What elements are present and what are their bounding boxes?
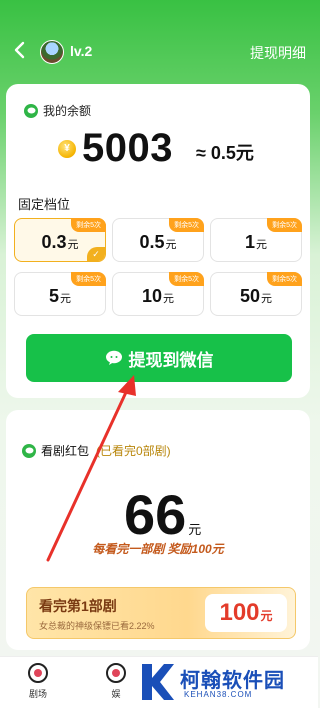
red-packet-amount: 66 元 — [124, 483, 202, 546]
tier-amount: 0.5元 — [139, 232, 177, 252]
entertainment-icon — [106, 663, 126, 683]
tier-amount: 10元 — [141, 286, 175, 306]
theater-icon — [28, 663, 48, 683]
coin-icon: ¥ — [58, 140, 76, 158]
remaining-badge: 剩余5次 — [169, 272, 204, 286]
balance-title: 我的余额 — [24, 102, 91, 119]
withdraw-detail-link[interactable]: 提现明细 — [250, 43, 306, 63]
user-level: lv.2 — [70, 43, 93, 59]
tier-option[interactable]: 剩余5次 5元 — [14, 272, 106, 316]
remaining-badge: 剩余5次 — [71, 272, 106, 286]
nav-label: 剧场 — [28, 689, 47, 699]
nav-item-theater[interactable]: 剧场 — [20, 663, 56, 700]
nav-label: 娱 — [111, 689, 121, 699]
avatar[interactable] — [40, 40, 64, 64]
task-reward: 100元 — [205, 594, 287, 632]
cash-equivalent: ≈ 0.5元 — [196, 143, 254, 163]
watched-count: (已看完0部剧) — [96, 444, 171, 458]
wechat-icon — [22, 443, 36, 458]
drama-red-packet-card: 看剧红包 (已看完0部剧) 66 元 每看完一部剧 奖励100元 看完第1部剧 女… — [6, 410, 310, 650]
remaining-badge: 剩余5次 — [267, 272, 302, 286]
withdraw-button-label: 提现到微信 — [128, 350, 214, 370]
tier-option[interactable]: 剩余5次 10元 — [112, 272, 204, 316]
balance-title-label: 我的余额 — [43, 104, 92, 118]
coin-balance: 5003 — [82, 126, 173, 170]
balance-card: 我的余额 ¥ 5003 ≈ 0.5元 固定档位 剩余5次 0.3元 ✓ 剩余5次… — [6, 84, 310, 398]
tier-option[interactable]: 剩余5次 1元 — [210, 218, 302, 262]
withdraw-to-wechat-button[interactable]: 提现到微信 — [26, 334, 292, 382]
watermark-url: KEHAN38.COM — [184, 690, 253, 699]
tier-amount: 1元 — [244, 232, 267, 252]
back-arrow-icon[interactable] — [10, 40, 30, 60]
drama-title-label: 看剧红包 — [41, 444, 90, 458]
tiers-label: 固定档位 — [18, 197, 71, 212]
task-title: 看完第1部剧 — [39, 598, 117, 614]
header: lv.2 提现明细 — [0, 0, 318, 80]
remaining-badge: 剩余5次 — [267, 218, 302, 232]
remaining-badge: 剩余5次 — [169, 218, 204, 232]
tier-amount: 50元 — [239, 286, 273, 306]
check-icon: ✓ — [87, 247, 105, 261]
tier-option[interactable]: 剩余5次 50元 — [210, 272, 302, 316]
watermark-logo-icon — [142, 664, 174, 700]
remaining-badge: 剩余5次 — [71, 218, 106, 232]
tier-option[interactable]: 剩余5次 0.3元 ✓ — [14, 218, 106, 262]
task-card[interactable]: 看完第1部剧 女总裁的神级保镖已看2.22% 100元 — [26, 587, 296, 639]
drama-title: 看剧红包 (已看完0部剧) — [22, 442, 171, 459]
tier-option[interactable]: 剩余5次 0.5元 — [112, 218, 204, 262]
reward-description: 每看完一部剧 奖励100元 — [92, 542, 224, 556]
watermark: 柯翰软件园 KEHAN38.COM — [132, 658, 316, 706]
wechat-icon — [105, 350, 122, 365]
watermark-text: 柯翰软件园 — [180, 670, 285, 692]
nav-item-entertainment[interactable]: 娱 — [98, 663, 134, 700]
wechat-icon — [24, 103, 38, 118]
task-progress: 女总裁的神级保镖已看2.22% — [39, 621, 155, 631]
tier-amount: 5元 — [48, 286, 71, 306]
